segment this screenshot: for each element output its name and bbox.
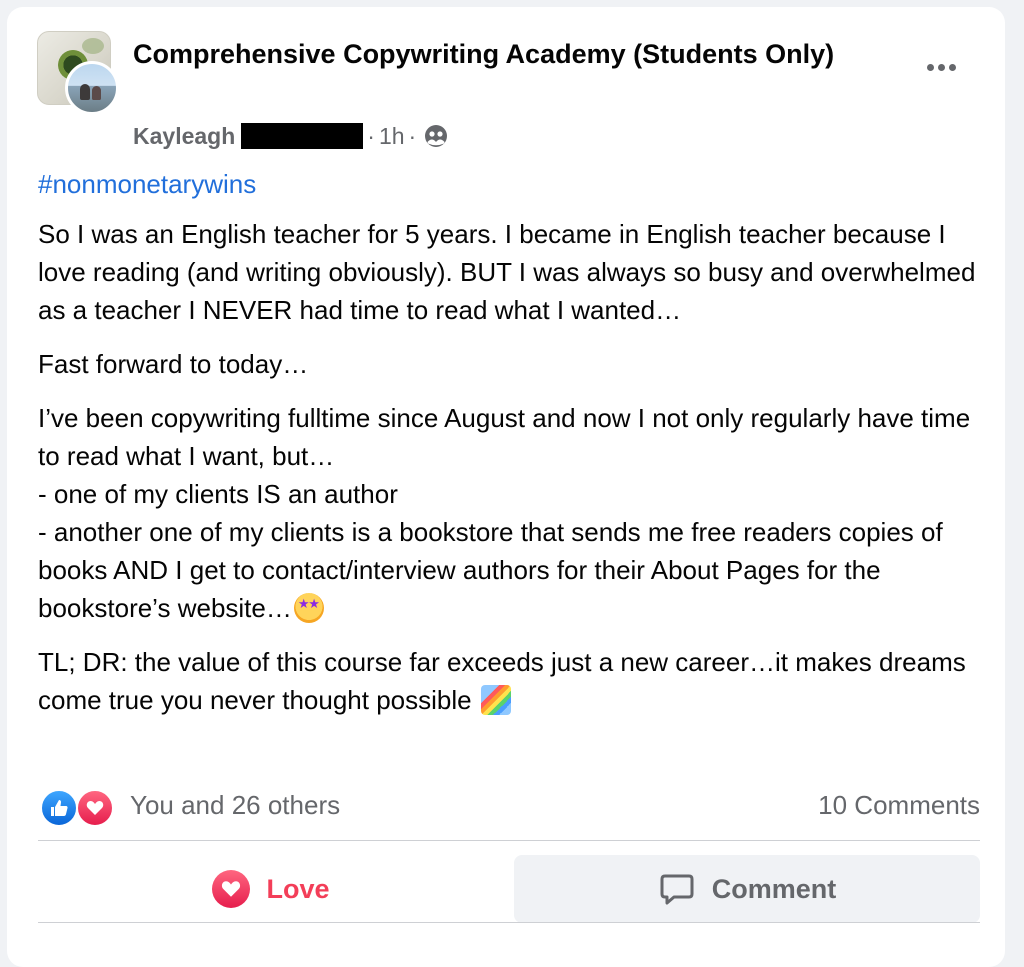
- more-options-button[interactable]: [921, 55, 961, 79]
- rainbow-emoji-icon: [480, 685, 511, 715]
- love-reaction-icon: [212, 870, 251, 908]
- love-icon: [76, 789, 114, 827]
- post-line: - one of my clients IS an author: [38, 479, 398, 509]
- divider: [38, 922, 980, 923]
- group-members-icon: [425, 125, 448, 147]
- post-card: Comprehensive Copywriting Academy (Stude…: [7, 7, 1005, 967]
- post-line: - another one of my clients is a booksto…: [38, 517, 943, 623]
- like-icon: [40, 789, 78, 827]
- love-button[interactable]: Love: [38, 855, 504, 923]
- divider: [38, 840, 980, 841]
- more-dot-icon: [937, 63, 945, 71]
- post-paragraph: TL; DR: the value of this course far exc…: [38, 643, 988, 719]
- author-name-link[interactable]: Kayleagh: [133, 123, 235, 150]
- meta-separator: ·: [367, 122, 375, 149]
- reaction-icons: [38, 787, 118, 827]
- reactions-bar: You and 26 others 10 Comments: [38, 785, 980, 827]
- post-timestamp[interactable]: 1h: [379, 123, 405, 150]
- post-paragraph: So I was an English teacher for 5 years.…: [38, 219, 976, 325]
- post-body: So I was an English teacher for 5 years.…: [38, 215, 988, 735]
- comment-button[interactable]: Comment: [514, 855, 980, 923]
- author-avatar[interactable]: [65, 61, 119, 115]
- group-name-link[interactable]: Comprehensive Copywriting Academy (Stude…: [133, 35, 873, 73]
- redacted-surname: [241, 123, 364, 149]
- more-dot-icon: [948, 63, 956, 71]
- love-button-label: Love: [266, 873, 330, 904]
- comment-button-label: Comment: [711, 873, 837, 904]
- reactions-summary[interactable]: You and 26 others: [38, 787, 340, 827]
- post-paragraph: I’ve been copywriting fulltime since Aug…: [38, 399, 988, 627]
- post-line: I’ve been copywriting fulltime since Aug…: [38, 403, 971, 471]
- comments-count-link[interactable]: 10 Comments: [818, 790, 980, 821]
- meta-separator: ·: [408, 122, 417, 149]
- comment-bubble-icon: [660, 874, 694, 905]
- more-dot-icon: [926, 63, 934, 71]
- star-struck-emoji-icon: [293, 593, 324, 623]
- post-paragraph: Fast forward to today…: [38, 349, 309, 379]
- reactors-text[interactable]: You and 26 others: [130, 790, 340, 821]
- post-actions: Love Comment: [38, 855, 980, 923]
- hashtag-link[interactable]: #nonmonetarywins: [38, 167, 256, 201]
- post-avatars: [37, 31, 119, 115]
- post-meta: Kayleagh · 1h ·: [133, 119, 448, 153]
